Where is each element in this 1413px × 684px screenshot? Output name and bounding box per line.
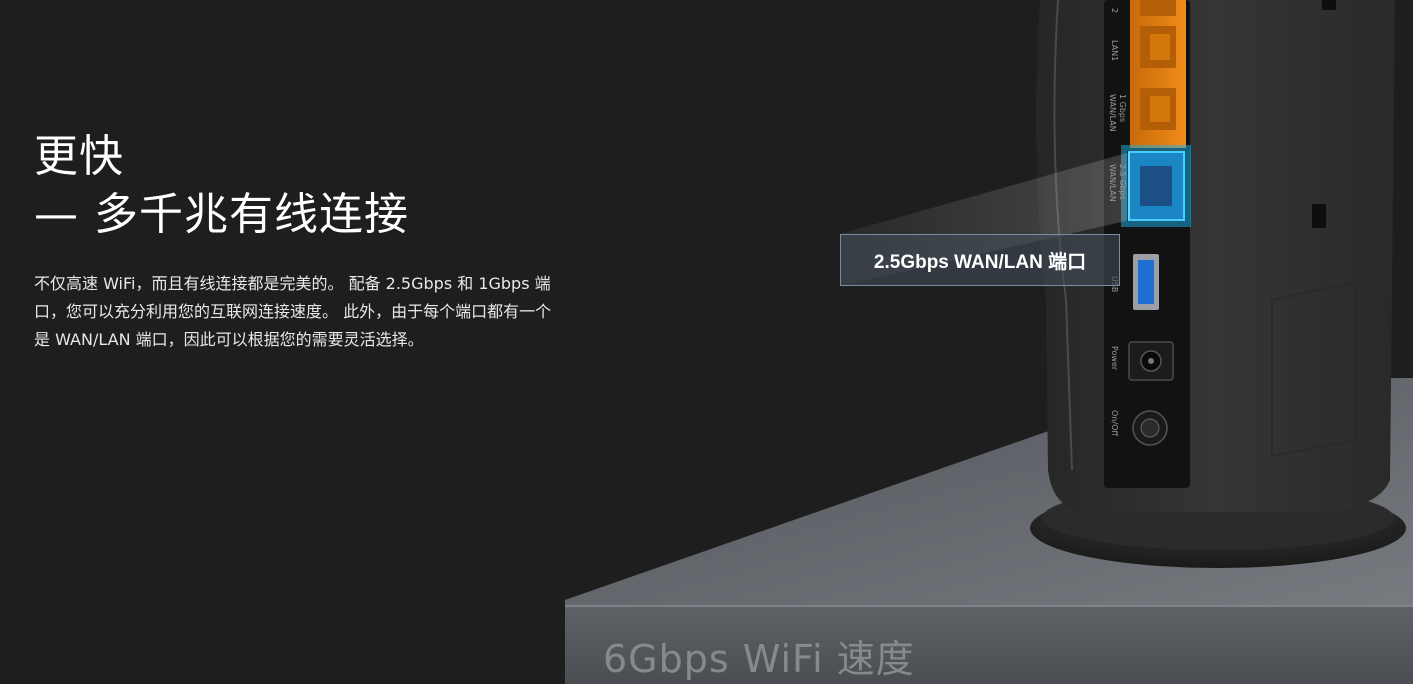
power-port <box>1128 341 1174 381</box>
page: 2 LAN1 1 Gbps WAN/LAN 2.5 Gbps WAN/LAN U… <box>0 0 1413 684</box>
usb-port <box>1133 254 1159 310</box>
side-slot <box>1312 204 1326 228</box>
label-lan2: 2 <box>1110 8 1119 13</box>
wan-lan-25g-port-socket <box>1140 166 1172 206</box>
lan-port-1 <box>1140 26 1176 68</box>
on-off-button <box>1132 410 1168 446</box>
label-25gbps-line1: 2.5 Gbps <box>1118 164 1127 200</box>
lan-port-2 <box>1140 0 1176 16</box>
label-25gbps-line2: WAN/LAN <box>1108 164 1117 202</box>
title-line-2: — 多千兆有线连接 <box>34 189 409 240</box>
page-title: 更快 — 多千兆有线连接 <box>34 128 409 244</box>
gbps-port <box>1140 88 1176 130</box>
port-callout-label: 2.5Gbps WAN/LAN 端口 <box>840 234 1120 286</box>
feature-description: 不仅高速 WiFi，而且有线连接都是完美的。 配备 2.5Gbps 和 1Gbp… <box>34 274 552 349</box>
title-line-1: 更快 <box>34 131 124 182</box>
label-gbps-line1: 1 Gbps <box>1118 94 1127 122</box>
top-slot <box>1322 0 1336 10</box>
label-onoff: On/Off <box>1110 410 1119 436</box>
label-gbps-line2: WAN/LAN <box>1108 94 1117 132</box>
label-power: Power <box>1110 346 1119 371</box>
next-section-title: 6Gbps WiFi 速度 <box>603 637 915 681</box>
label-lan1: LAN1 <box>1110 40 1119 61</box>
